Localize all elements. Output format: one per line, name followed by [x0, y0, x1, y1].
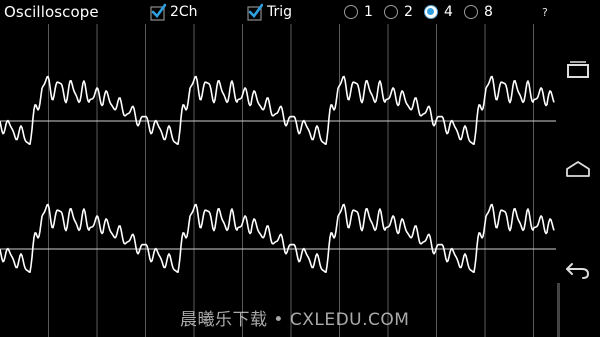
app-title: Oscilloscope [4, 3, 99, 21]
checkbox-checked-icon [247, 3, 263, 21]
radio-icon [344, 5, 358, 19]
radio-icon [464, 5, 478, 19]
channel-1-trace [0, 75, 555, 145]
timebase-radio-1[interactable]: 1 [344, 4, 373, 20]
timebase-label-8: 8 [484, 4, 493, 20]
toolbar: Oscilloscope 2Ch Trig 1 2 4 8 ? [0, 0, 556, 24]
timebase-radio-8[interactable]: 8 [464, 4, 493, 20]
help-button[interactable]: ? [542, 6, 548, 19]
checkbox-checked-icon [150, 3, 166, 21]
scrollbar[interactable] [557, 283, 560, 337]
timebase-label-1: 1 [364, 4, 373, 20]
scope-grid [48, 24, 534, 337]
trigger-label: Trig [267, 4, 293, 20]
scope-display [0, 24, 556, 337]
back-icon[interactable] [564, 258, 592, 282]
system-nav-bar [556, 0, 600, 337]
timebase-label-4: 4 [444, 4, 453, 20]
channel-2-trace [0, 203, 555, 273]
watermark-text: 晨曦乐下载 • CXLEDU.COM [180, 310, 410, 330]
radio-icon [384, 5, 398, 19]
two-channel-checkbox[interactable]: 2Ch [150, 3, 198, 21]
timebase-radio-2[interactable]: 2 [384, 4, 413, 20]
two-channel-label: 2Ch [170, 4, 198, 20]
trigger-checkbox[interactable]: Trig [247, 3, 293, 21]
recent-apps-icon[interactable] [564, 58, 592, 82]
radio-selected-icon [424, 5, 438, 19]
timebase-radio-4[interactable]: 4 [424, 4, 453, 20]
home-icon[interactable] [564, 158, 592, 182]
timebase-label-2: 2 [404, 4, 413, 20]
